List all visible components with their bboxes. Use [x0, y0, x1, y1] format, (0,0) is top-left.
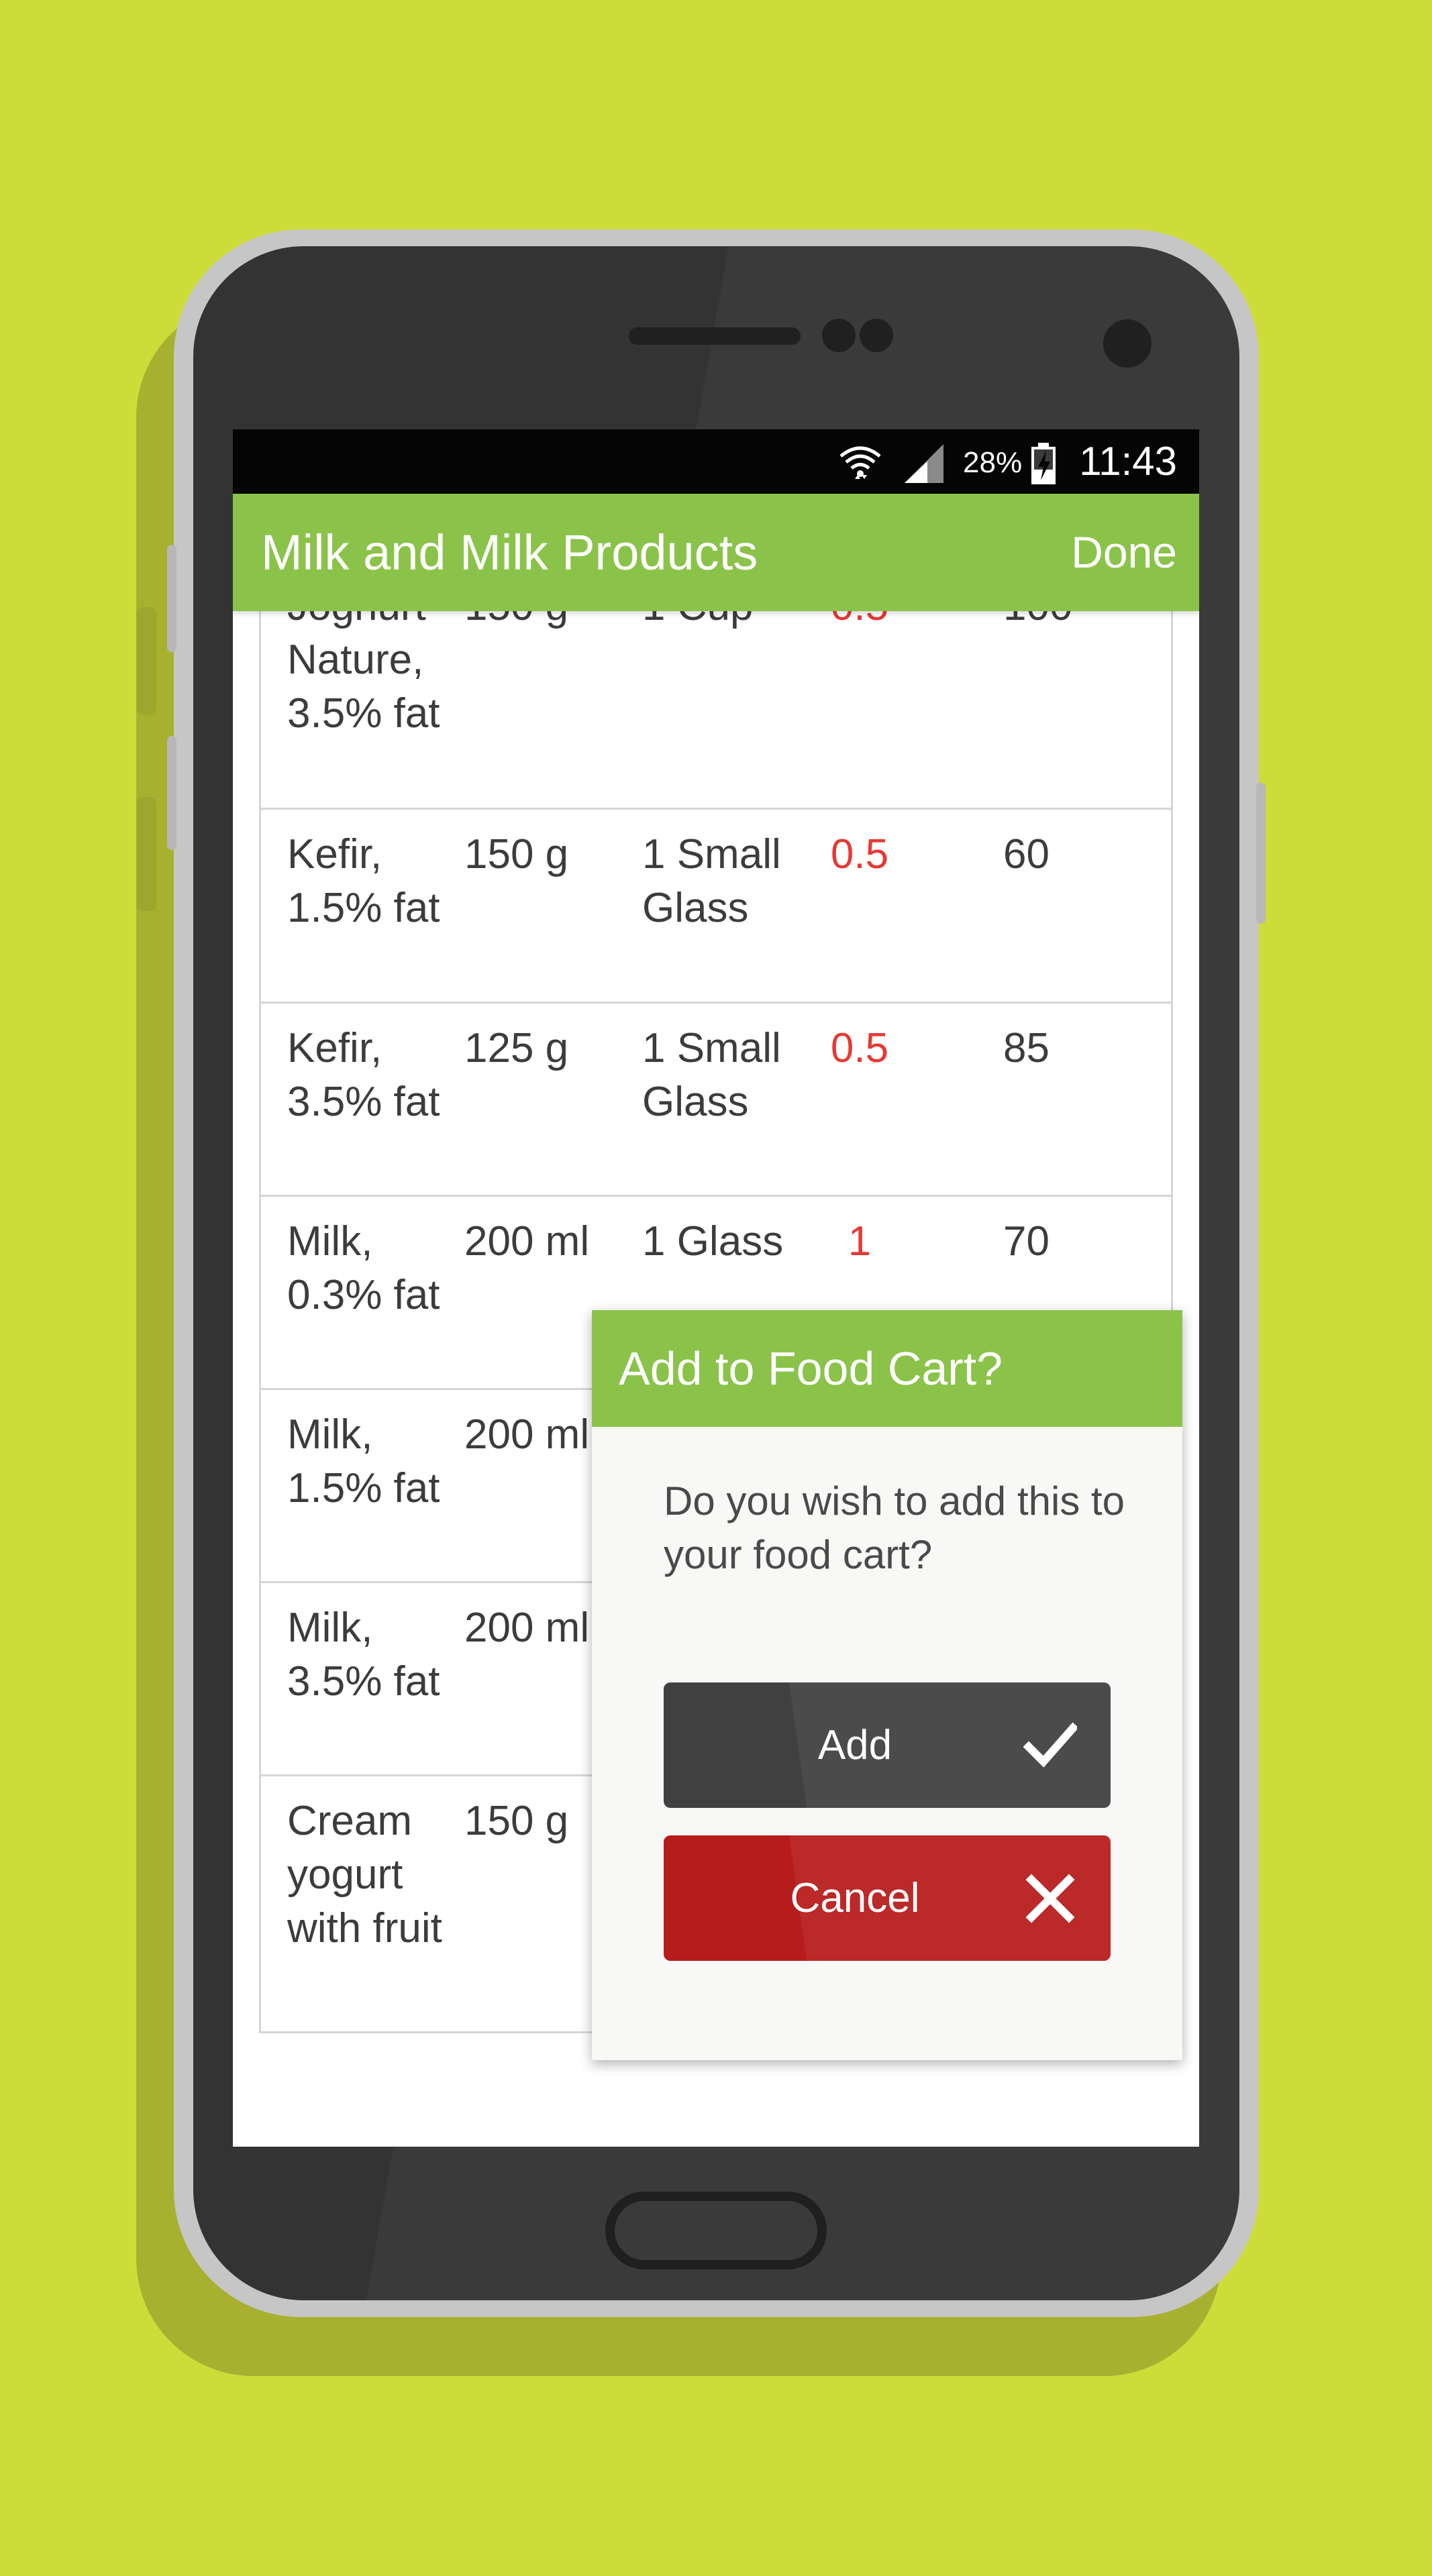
- food-name: Milk, 1.5% fat: [287, 1411, 440, 1511]
- add-button-label: Add: [817, 1722, 892, 1768]
- food-weight: 150 g: [464, 831, 569, 877]
- table-row[interactable]: Kefir, 1.5% fat 150 g 1 Small Glass 0.5 …: [261, 810, 1171, 1004]
- table-row[interactable]: Joghurt Nature, 3.5% fat 150 g 1 Cup 0.5…: [261, 611, 1171, 810]
- volume-button: [167, 545, 176, 652]
- food-kcal: 100: [1003, 611, 1104, 633]
- food-units: 1: [848, 1218, 872, 1265]
- food-name: Cream yogurt with fruit: [287, 1798, 442, 1951]
- app-bar: Milk and Milk Products Done: [233, 494, 1199, 611]
- food-name: Milk, 0.3% fat: [287, 1218, 440, 1318]
- wifi-icon: [839, 446, 881, 479]
- battery-percentage: 28%: [963, 446, 1023, 479]
- status-time: 11:43: [1079, 439, 1177, 484]
- check-icon: [1023, 1722, 1077, 1768]
- status-bar: 28% 11:43: [233, 429, 1199, 494]
- add-to-cart-dialog: Add to Food Cart? Do you wish to add thi…: [592, 1310, 1182, 2060]
- volume-button: [167, 736, 176, 850]
- phone-side-button-shadow: [136, 607, 156, 714]
- dialog-message: Do you wish to add this to your food car…: [664, 1479, 1125, 1577]
- dialog-title: Add to Food Cart?: [619, 1342, 1003, 1395]
- food-kcal: 85: [1003, 1025, 1050, 1071]
- table-row[interactable]: Kefir, 3.5% fat 125 g 1 Small Glass 0.5 …: [261, 1004, 1171, 1197]
- food-serving: 1 Small Glass: [642, 831, 781, 931]
- close-icon: [1025, 1874, 1075, 1923]
- proximity-sensor: [822, 319, 856, 352]
- food-weight: 150 g: [464, 611, 632, 633]
- food-units: 0.5: [809, 611, 910, 633]
- food-units: 0.5: [830, 831, 889, 877]
- food-name: Milk, 3.5% fat: [287, 1605, 440, 1705]
- food-serving: 1 Glass: [642, 1218, 784, 1265]
- earpiece-speaker: [629, 327, 801, 345]
- signal-icon: [905, 444, 943, 483]
- food-kcal: 60: [1003, 831, 1050, 877]
- food-name: Kefir, 3.5% fat: [287, 1025, 440, 1125]
- power-button: [1256, 783, 1266, 924]
- cancel-button-label: Cancel: [790, 1875, 920, 1921]
- done-button[interactable]: Done: [1071, 494, 1177, 611]
- food-weight: 200 ml: [464, 1218, 590, 1265]
- food-name: Kefir, 1.5% fat: [287, 831, 440, 931]
- food-serving: 1 Cup: [642, 611, 817, 633]
- food-serving: 1 Small Glass: [642, 1025, 781, 1125]
- food-name: Joghurt Nature, 3.5% fat: [287, 611, 440, 737]
- cancel-button[interactable]: Cancel: [664, 1835, 1111, 1961]
- page-title: Milk and Milk Products: [261, 525, 758, 580]
- food-units: 0.5: [830, 1025, 889, 1071]
- phone-side-button-shadow: [136, 797, 156, 911]
- food-weight: 125 g: [464, 1025, 569, 1071]
- food-kcal: 70: [1003, 1218, 1050, 1265]
- battery-charging-icon: [1031, 443, 1056, 484]
- home-button[interactable]: [605, 2192, 827, 2269]
- light-sensor: [860, 319, 893, 352]
- dialog-header: Add to Food Cart?: [592, 1310, 1182, 1427]
- add-button[interactable]: Add: [664, 1682, 1111, 1808]
- front-camera: [1103, 319, 1152, 368]
